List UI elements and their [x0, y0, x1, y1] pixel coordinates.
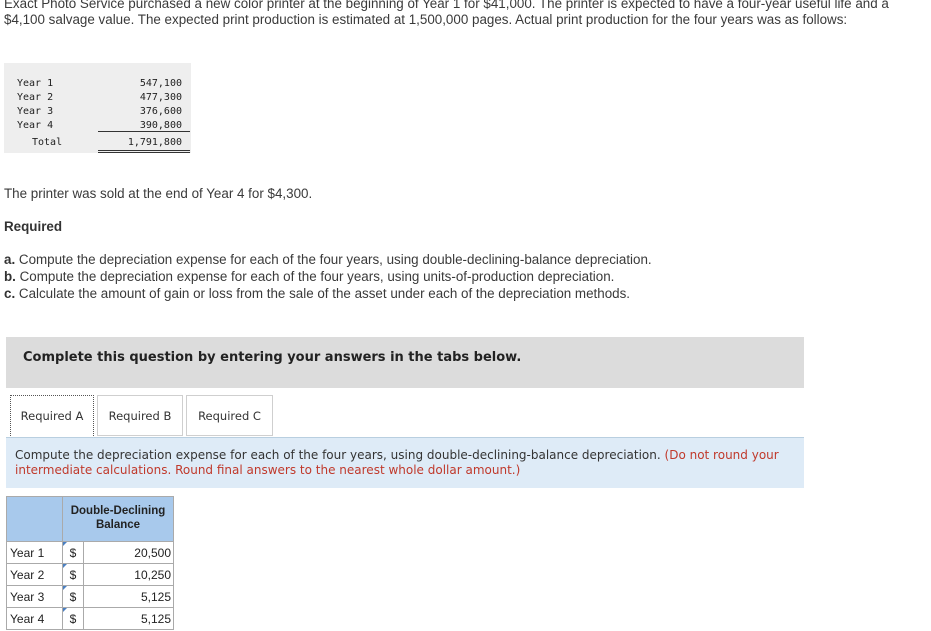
- tab-required-b[interactable]: Required B: [97, 395, 183, 436]
- production-year-label: Year 2: [17, 92, 54, 103]
- tab-instruction: Compute the depreciation expense for eac…: [6, 438, 804, 488]
- table-row: Year 3 $ 5,125: [6, 585, 174, 608]
- depreciation-input[interactable]: 20,500: [83, 541, 174, 564]
- requirement-item: c. Calculate the amount of gain or loss …: [4, 285, 652, 302]
- banner-text: Complete this question by entering your …: [23, 350, 522, 365]
- production-row: Year 3 376,600: [4, 106, 191, 120]
- requirement-letter: b.: [4, 269, 16, 284]
- currency-symbol: $: [62, 607, 84, 630]
- production-value: 547,100: [139, 78, 182, 89]
- total-double-rule: [98, 150, 190, 153]
- row-year-label: Year 4: [6, 607, 63, 630]
- requirement-item: b. Compute the depreciation expense for …: [4, 268, 652, 285]
- depreciation-input[interactable]: 5,125: [83, 607, 174, 630]
- ddb-header-row: Double-Declining Balance: [6, 496, 174, 542]
- table-row: Year 4 $ 5,125: [6, 607, 174, 630]
- subtotal-rule: [98, 131, 190, 132]
- production-row: Year 1 547,100: [4, 78, 191, 92]
- sale-statement: The printer was sold at the end of Year …: [4, 186, 313, 201]
- instruction-text: Compute the depreciation expense for eac…: [15, 448, 661, 462]
- production-year-label: Year 3: [17, 106, 54, 117]
- production-total-row: Total 1,791,800: [4, 137, 191, 151]
- production-year-label: Year 1: [17, 78, 54, 89]
- requirement-text: Compute the depreciation expense for eac…: [15, 252, 652, 267]
- row-year-label: Year 3: [6, 585, 63, 608]
- requirement-text: Calculate the amount of gain or loss fro…: [15, 286, 631, 301]
- problem-intro: Exact Photo Service purchased a new colo…: [4, 0, 889, 27]
- production-value: 477,300: [139, 92, 182, 103]
- row-year-label: Year 1: [6, 541, 63, 564]
- production-value: 390,800: [139, 120, 182, 131]
- header-blank-cell: [6, 496, 63, 542]
- tab-required-a[interactable]: Required A: [10, 395, 94, 436]
- table-row: Year 2 $ 10,250: [6, 563, 174, 586]
- currency-symbol: $: [62, 563, 84, 586]
- production-total-label: Total: [32, 137, 63, 148]
- row-year-label: Year 2: [6, 563, 63, 586]
- production-value: 376,600: [139, 106, 182, 117]
- currency-symbol: $: [62, 585, 84, 608]
- required-heading: Required: [4, 219, 63, 234]
- table-row: Year 1 $ 20,500: [6, 541, 174, 564]
- requirement-letter: a.: [4, 252, 16, 267]
- depreciation-input[interactable]: 5,125: [83, 585, 174, 608]
- requirement-item: a. Compute the depreciation expense for …: [4, 251, 652, 268]
- currency-symbol: $: [62, 541, 84, 564]
- ddb-column-header: Double-Declining Balance: [62, 496, 174, 542]
- production-total-value: 1,791,800: [127, 137, 182, 148]
- tab-required-c[interactable]: Required C: [186, 395, 273, 436]
- ddb-answer-table: Double-Declining Balance Year 1 $ 20,500…: [6, 496, 174, 630]
- production-year-label: Year 4: [17, 120, 54, 131]
- requirement-text: Compute the depreciation expense for eac…: [15, 269, 615, 284]
- instructions-banner: Complete this question by entering your …: [6, 337, 804, 388]
- production-row: Year 2 477,300: [4, 92, 191, 106]
- depreciation-input[interactable]: 10,250: [83, 563, 174, 586]
- production-table: Year 1 547,100 Year 2 477,300 Year 3 376…: [4, 63, 191, 153]
- requirement-letter: c.: [4, 286, 16, 301]
- requirements-list: a. Compute the depreciation expense for …: [4, 251, 652, 302]
